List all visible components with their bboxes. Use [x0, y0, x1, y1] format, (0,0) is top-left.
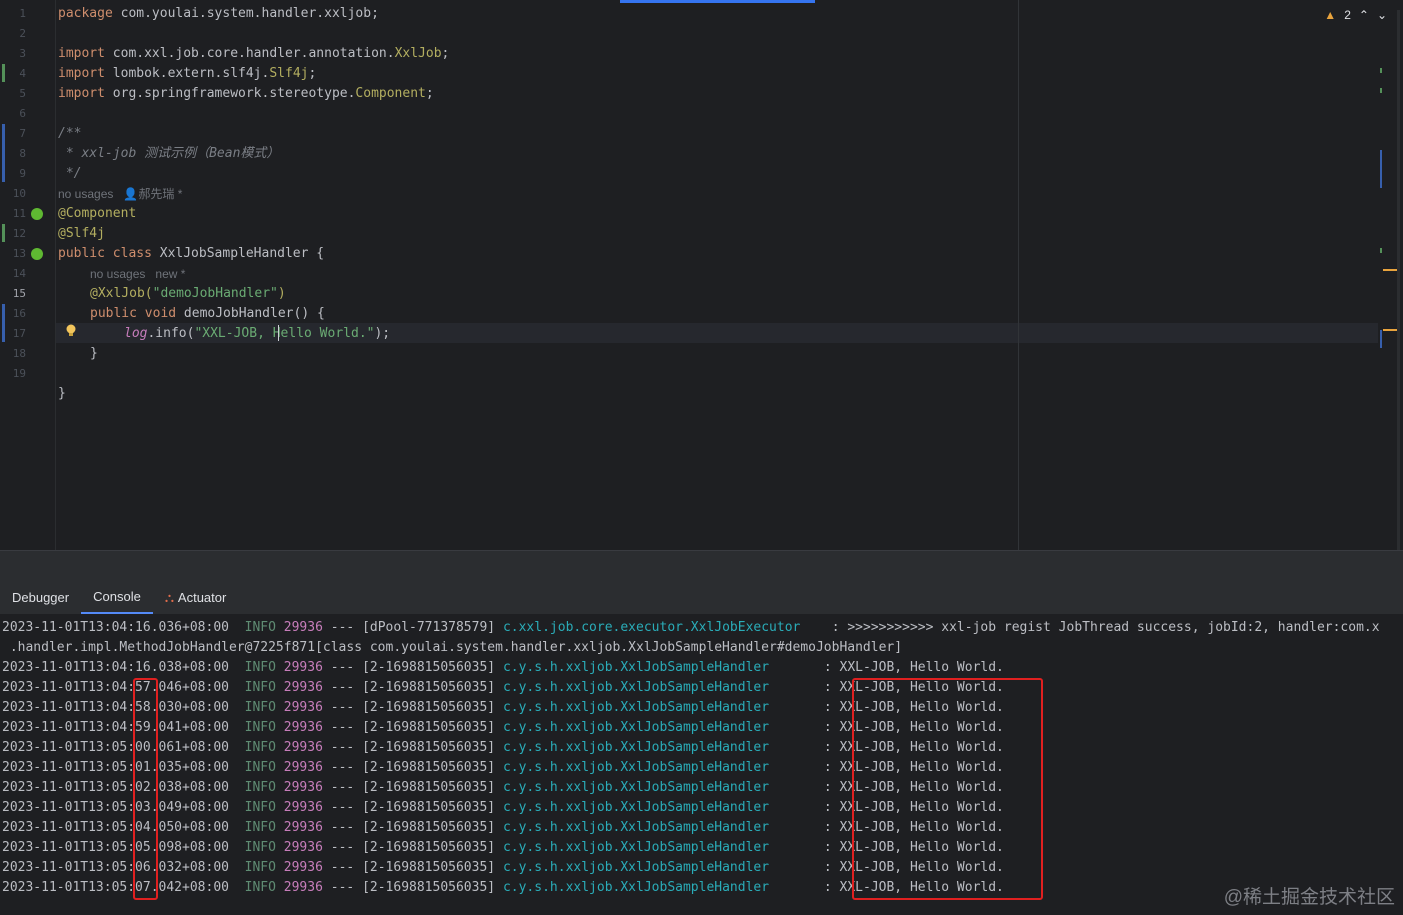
- line-number[interactable]: 5: [0, 84, 26, 104]
- actuator-icon: ⛬: [164, 590, 174, 605]
- code-line-15: log.info("XXL-JOB, Hello World.");: [124, 326, 391, 341]
- line-number[interactable]: 11: [0, 204, 26, 224]
- code-line-1: package com.youlai.system.handler.xxljob…: [58, 6, 379, 21]
- code-line-18: }: [58, 386, 66, 401]
- warning-count: 2: [1344, 8, 1351, 22]
- line-number[interactable]: 1: [0, 4, 26, 24]
- tab-debugger[interactable]: Debugger: [0, 582, 81, 614]
- line-number[interactable]: 6: [0, 104, 26, 124]
- code-line-11: @Slf4j: [58, 226, 105, 241]
- line-number[interactable]: 3: [0, 44, 26, 64]
- line-number[interactable]: 14: [0, 264, 26, 284]
- line-number[interactable]: 15: [0, 284, 26, 304]
- active-tab-indicator: [620, 0, 815, 3]
- line-number[interactable]: 2: [0, 24, 26, 44]
- vcs-modified-marker[interactable]: [2, 304, 5, 342]
- inlay-hint-usages[interactable]: no usages new *: [90, 264, 185, 284]
- code-line-8: * xxl-job 测试示例（Bean模式）: [58, 146, 280, 161]
- line-number-gutter[interactable]: 1 2 3 4 5 6 7 8 9 10 11 12 13 14 15 16 17 18 19: [0, 0, 56, 550]
- tool-window-tabs: Debugger Console ⛬ Actuator: [0, 580, 1403, 614]
- text-caret: [278, 325, 279, 341]
- vcs-changed-marker[interactable]: [2, 64, 5, 82]
- next-highlight-icon[interactable]: ⌄: [1377, 8, 1387, 22]
- right-margin-guide: [1018, 0, 1019, 550]
- code-line-5: import org.springframework.stereotype.Co…: [58, 86, 434, 101]
- previous-highlight-icon[interactable]: ⌃: [1359, 8, 1369, 22]
- code-line-4: import lombok.extern.slf4j.Slf4j;: [58, 66, 317, 81]
- code-line-7: /**: [58, 126, 82, 141]
- spring-bean-icon[interactable]: [31, 208, 43, 220]
- code-line-10: @Component: [58, 206, 137, 221]
- lightbulb-icon[interactable]: [66, 324, 76, 338]
- code-line-14: public void demoJobHandler() {: [90, 306, 325, 321]
- author-icon: 👤: [123, 187, 139, 201]
- tab-console[interactable]: Console: [81, 582, 153, 614]
- watermark: @稀土掘金技术社区: [1223, 887, 1395, 908]
- tab-actuator[interactable]: ⛬ Actuator: [153, 582, 239, 614]
- log-line: 2023-11-01T13:04:16.038+08:00 INFO 29936…: [2, 660, 1004, 675]
- code-line-9: */: [58, 166, 82, 181]
- tool-window-splitter[interactable]: [0, 550, 1403, 581]
- seconds-highlight-box: [133, 678, 158, 900]
- line-number[interactable]: 13: [0, 244, 26, 264]
- log-line: 2023-11-01T13:04:16.036+08:00 INFO 29936…: [2, 620, 1380, 635]
- warning-icon: ▲: [1324, 8, 1337, 22]
- vcs-changed-marker[interactable]: [2, 224, 5, 242]
- spring-bean-icon[interactable]: [31, 248, 43, 260]
- log-line-wrap: .handler.impl.MethodJobHandler@7225f871[…: [2, 640, 903, 655]
- line-number[interactable]: 10: [0, 184, 26, 204]
- message-highlight-box: [852, 678, 1043, 900]
- line-number[interactable]: 19: [0, 364, 26, 384]
- code-line-13: @XxlJob("demoJobHandler"): [90, 286, 286, 301]
- console-output[interactable]: 2023-11-01T13:04:16.036+08:00 INFO 29936…: [0, 614, 1403, 915]
- line-number[interactable]: 18: [0, 344, 26, 364]
- code-line-12: public class XxlJobSampleHandler {: [58, 246, 325, 261]
- code-line-16: }: [90, 346, 98, 361]
- code-line-3: import com.xxl.job.core.handler.annotati…: [58, 46, 450, 61]
- inspections-widget[interactable]: ▲ 2 ⌃ ⌄: [1324, 8, 1387, 22]
- inlay-hint-usages[interactable]: no usages 👤郝先瑞 *: [58, 184, 182, 204]
- code-editor[interactable]: 1 2 3 4 5 6 7 8 9 10 11 12 13 14 15 16 17 18 19 package co…: [0, 0, 1403, 550]
- vcs-modified-marker[interactable]: [2, 124, 5, 182]
